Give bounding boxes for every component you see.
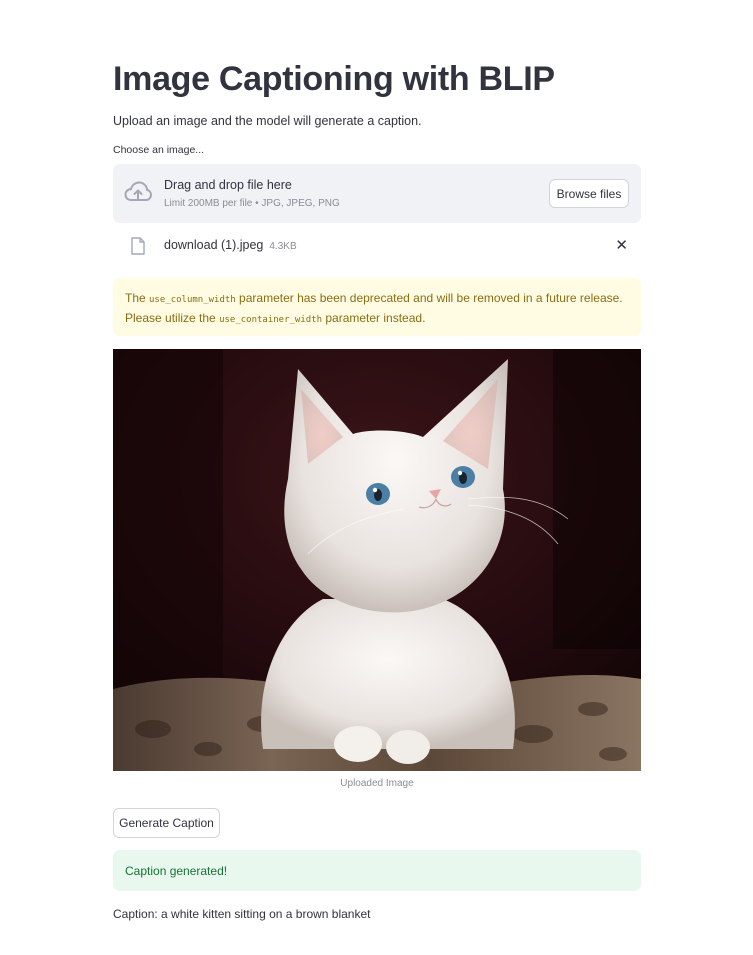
- success-text: Caption generated!: [125, 863, 228, 878]
- uploaded-image: [113, 349, 641, 771]
- uploaded-file-row: download (1).jpeg 4.3KB ✕: [113, 232, 641, 260]
- remove-file-icon[interactable]: ✕: [615, 238, 628, 253]
- file-dropzone[interactable]: Drag and drop file here Limit 200MB per …: [113, 164, 641, 223]
- warning-code-new-param: use_container_width: [219, 315, 323, 325]
- success-alert: Caption generated!: [113, 850, 641, 891]
- warning-prefix: The: [125, 291, 150, 305]
- file-name-text: download (1).jpeg: [164, 238, 264, 252]
- warning-suffix: parameter instead.: [322, 311, 426, 325]
- uploaded-file-name: download (1).jpeg 4.3KB: [164, 238, 297, 252]
- uploader-label: Choose an image...: [113, 144, 205, 156]
- generate-caption-button[interactable]: Generate Caption: [113, 808, 220, 838]
- page-title: Image Captioning with BLIP: [113, 60, 555, 98]
- caption-result: Caption: a white kitten sitting on a bro…: [113, 907, 371, 921]
- dropzone-limit-text: Limit 200MB per file • JPG, JPEG, PNG: [164, 198, 340, 209]
- warning-code-old-param: use_column_width: [149, 295, 236, 305]
- cloud-upload-icon: [124, 180, 152, 206]
- file-size: 4.3KB: [269, 241, 297, 252]
- image-caption: Uploaded Image: [340, 778, 414, 789]
- file-icon: [131, 237, 145, 255]
- dropzone-instructions: Drag and drop file here: [164, 178, 292, 192]
- page-subtitle: Upload an image and the model will gener…: [113, 114, 422, 128]
- deprecation-warning: The use_column_width parameter has been …: [113, 278, 641, 336]
- browse-files-button[interactable]: Browse files: [549, 179, 629, 208]
